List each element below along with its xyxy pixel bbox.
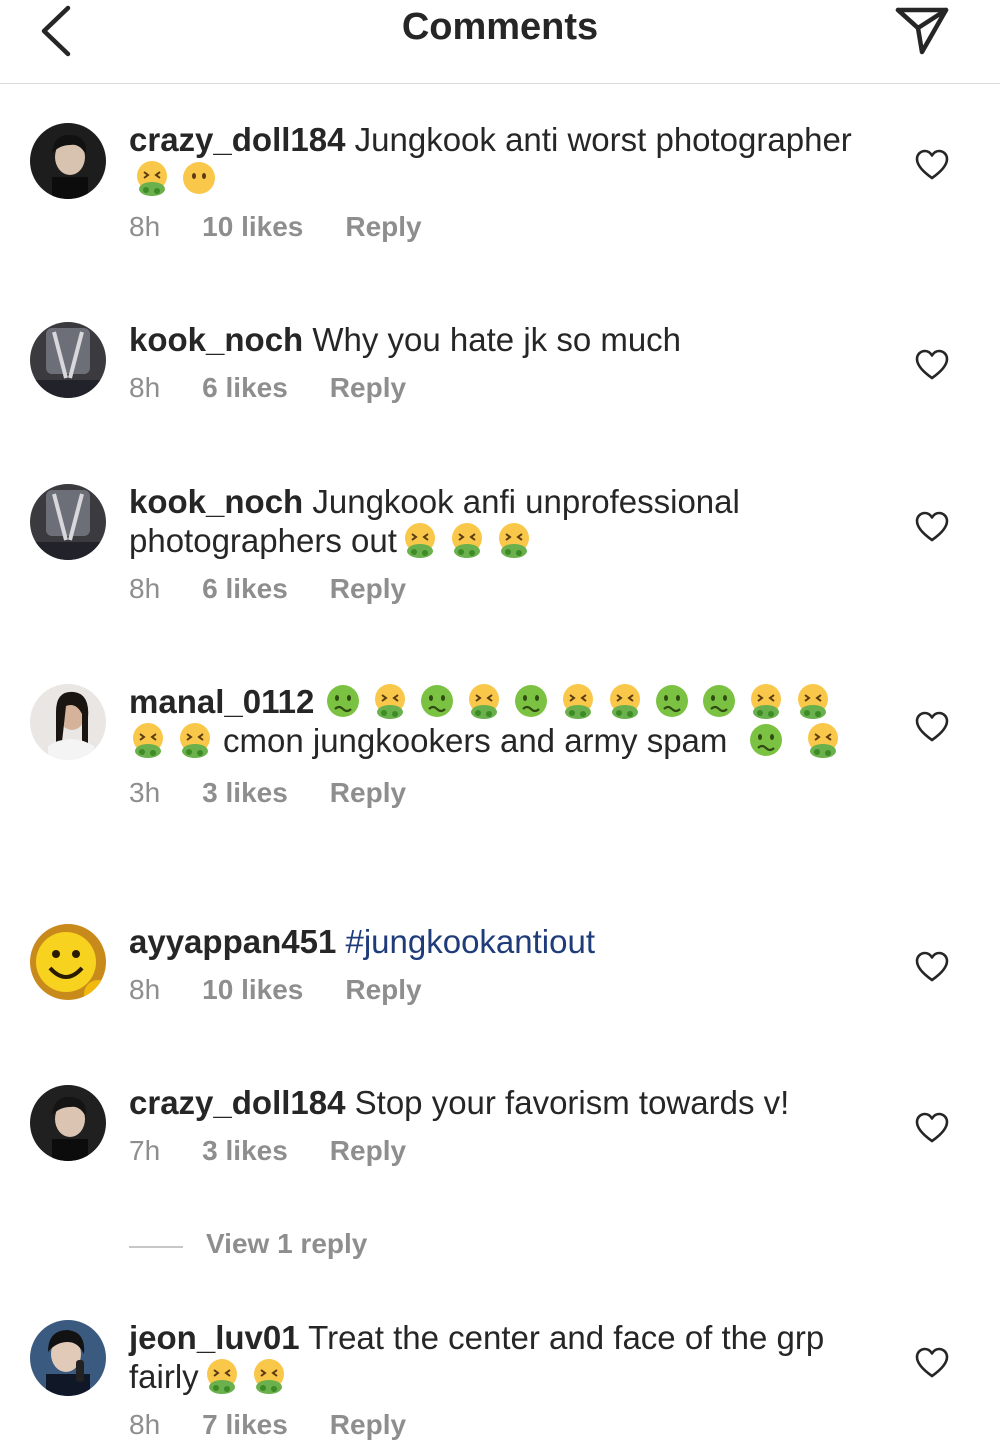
heart-outline-icon xyxy=(915,1347,949,1378)
likes-count[interactable]: 6 likes xyxy=(202,372,288,404)
heart-outline-icon xyxy=(915,711,949,742)
comment-username[interactable]: manal_0112 xyxy=(129,683,314,720)
nauseated-face-sick-icon xyxy=(512,682,550,720)
comment-time: 8h xyxy=(129,573,161,604)
avatar[interactable] xyxy=(30,322,106,398)
comment-time: 8h xyxy=(129,974,161,1005)
comment-username[interactable]: ayyappan451 xyxy=(129,923,336,960)
avatar[interactable] xyxy=(30,484,106,560)
likes-count[interactable]: 3 likes xyxy=(202,777,288,809)
comment-meta: 8h 7 likes Reply xyxy=(129,1409,874,1441)
comment-meta: 8h 10 likes Reply xyxy=(129,211,874,243)
like-button[interactable] xyxy=(914,1112,950,1144)
nauseated-face-icon xyxy=(129,721,167,759)
comment-meta: 7h 3 likes Reply xyxy=(129,1135,874,1167)
reply-button[interactable]: Reply xyxy=(345,974,421,1006)
likes-count[interactable]: 7 likes xyxy=(202,1409,288,1441)
nauseated-face-icon xyxy=(401,521,439,559)
avatar[interactable] xyxy=(30,684,106,760)
comment-text: kook_noch Jungkook anfi unprofessional p… xyxy=(129,482,874,560)
comment-username[interactable]: kook_noch xyxy=(129,321,303,358)
like-button[interactable] xyxy=(914,511,950,543)
nauseated-face-icon xyxy=(250,1357,288,1395)
like-button[interactable] xyxy=(914,951,950,983)
nauseated-face-icon xyxy=(559,682,597,720)
nauseated-face-icon xyxy=(804,721,842,759)
likes-count[interactable]: 3 likes xyxy=(202,1135,288,1167)
comment-username[interactable]: crazy_doll184 xyxy=(129,1084,345,1121)
comment-time: 8h xyxy=(129,211,161,242)
like-button[interactable] xyxy=(914,149,950,181)
comment-text: crazy_doll184 Jungkook anti worst photog… xyxy=(129,120,874,198)
comments-header: Comments xyxy=(0,0,1000,84)
comment-meta: 3h 3 likes Reply xyxy=(129,777,874,809)
comment-time: 7h xyxy=(129,1135,161,1166)
share-button[interactable] xyxy=(892,4,952,56)
heart-outline-icon xyxy=(915,149,949,180)
comment-meta: 8h 10 likes Reply xyxy=(129,974,874,1006)
comment-meta: 8h 6 likes Reply xyxy=(129,372,874,404)
avatar[interactable] xyxy=(30,1085,106,1161)
nauseated-face-icon xyxy=(448,521,486,559)
nauseated-face-icon xyxy=(495,521,533,559)
likes-count[interactable]: 10 likes xyxy=(202,974,303,1006)
nauseated-face-icon xyxy=(133,159,171,197)
heart-outline-icon xyxy=(915,511,949,542)
nauseated-face-icon xyxy=(465,682,503,720)
comment-message: cmon jungkookers and army spam xyxy=(223,722,728,759)
comment-message: Jungkook anti worst photographer xyxy=(354,121,852,158)
nauseated-face-sick-icon xyxy=(747,721,785,759)
like-button[interactable] xyxy=(914,711,950,743)
view-replies-label: View 1 reply xyxy=(206,1228,368,1259)
avatar[interactable] xyxy=(30,924,106,1000)
likes-count[interactable]: 10 likes xyxy=(202,211,303,243)
comment-username[interactable]: jeon_luv01 xyxy=(129,1319,300,1356)
paper-plane-icon xyxy=(895,7,949,55)
comment-time: 8h xyxy=(129,1409,161,1440)
nauseated-face-icon xyxy=(203,1357,241,1395)
comment-message: Why you hate jk so much xyxy=(312,321,682,358)
reply-button[interactable]: Reply xyxy=(330,372,406,404)
hashtag-link[interactable]: #jungkookantiout xyxy=(345,923,595,960)
nauseated-face-sick-icon xyxy=(324,682,362,720)
reply-button[interactable]: Reply xyxy=(330,573,406,605)
nauseated-face-sick-icon xyxy=(700,682,738,720)
comment-time: 8h xyxy=(129,372,161,403)
comment-username[interactable]: kook_noch xyxy=(129,483,303,520)
face-without-mouth-icon xyxy=(180,159,218,197)
page-title: Comments xyxy=(401,6,599,48)
reply-button[interactable]: Reply xyxy=(345,211,421,243)
nauseated-face-icon xyxy=(747,682,785,720)
nauseated-face-sick-icon xyxy=(418,682,456,720)
avatar[interactable] xyxy=(30,1320,106,1396)
thread-line xyxy=(129,1246,183,1248)
comment-text: ayyappan451 #jungkookantiout xyxy=(129,922,874,961)
nauseated-face-icon xyxy=(176,721,214,759)
nauseated-face-sick-icon xyxy=(653,682,691,720)
nauseated-face-icon xyxy=(794,682,832,720)
heart-outline-icon xyxy=(915,951,949,982)
heart-outline-icon xyxy=(915,1112,949,1143)
comment-text: manal_0112 cmon jungkookers and army spa… xyxy=(129,682,874,760)
comment-text: kook_noch Why you hate jk so much xyxy=(129,320,874,359)
comment-meta: 8h 6 likes Reply xyxy=(129,573,874,605)
likes-count[interactable]: 6 likes xyxy=(202,573,288,605)
comment-text: jeon_luv01 Treat the center and face of … xyxy=(129,1318,874,1396)
nauseated-face-icon xyxy=(371,682,409,720)
comment-text: crazy_doll184 Stop your favorism towards… xyxy=(129,1083,874,1122)
reply-button[interactable]: Reply xyxy=(330,777,406,809)
nauseated-face-icon xyxy=(606,682,644,720)
like-button[interactable] xyxy=(914,349,950,381)
heart-outline-icon xyxy=(915,349,949,380)
comment-time: 3h xyxy=(129,777,161,808)
reply-button[interactable]: Reply xyxy=(330,1409,406,1441)
comment-username[interactable]: crazy_doll184 xyxy=(129,121,345,158)
like-button[interactable] xyxy=(914,1347,950,1379)
avatar[interactable] xyxy=(30,123,106,199)
reply-button[interactable]: Reply xyxy=(330,1135,406,1167)
comment-message: Stop your favorism towards v! xyxy=(354,1084,790,1121)
